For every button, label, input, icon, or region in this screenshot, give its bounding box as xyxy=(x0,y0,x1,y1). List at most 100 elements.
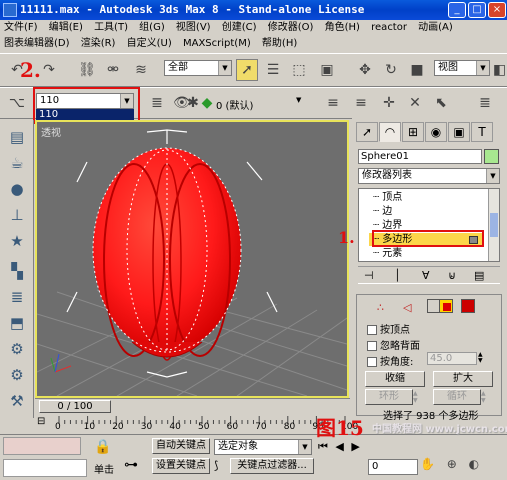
stack-item-edge[interactable]: ┈ 边 xyxy=(373,205,392,218)
object-color-swatch[interactable] xyxy=(484,149,499,164)
menu-graph-editors[interactable]: 图表编辑器(D) xyxy=(0,36,74,52)
select-and-rotate-icon[interactable]: ↻ xyxy=(380,59,402,81)
utilities-tab-icon[interactable]: T xyxy=(471,122,493,142)
stack-scrollbar[interactable] xyxy=(488,189,499,261)
track-bar-menu-icon[interactable]: ⊟ xyxy=(37,416,57,432)
visibility-eye-icon[interactable]: 👁 xyxy=(172,92,191,114)
selection-lock-icon[interactable]: ⌥ xyxy=(6,92,28,114)
menu-group[interactable]: 组(G) xyxy=(135,20,169,36)
pivot-center-icon[interactable]: ◧ xyxy=(492,59,506,81)
key-filters-button[interactable]: 关键点过滤器... xyxy=(230,458,314,474)
menu-rendering[interactable]: 渲染(R) xyxy=(77,36,120,52)
ignore-backfacing-option[interactable]: 忽略背面 xyxy=(367,337,420,352)
select-and-move-icon[interactable]: ✥ xyxy=(354,59,376,81)
menu-animation[interactable]: 动画(A) xyxy=(414,20,457,36)
shrink-button[interactable]: 收缩 xyxy=(365,371,425,387)
stack-item-element[interactable]: ┈ 元素 xyxy=(373,247,402,260)
select-and-link-icon[interactable]: ⛓ xyxy=(76,59,98,81)
window-crossing-icon[interactable]: ▣ xyxy=(316,59,338,81)
angle-spinner[interactable]: ▲ ▼ xyxy=(478,352,486,365)
configure-sets-icon[interactable]: ▤ xyxy=(474,269,484,282)
stack-item-vertex[interactable]: ┈ 顶点 xyxy=(373,191,402,204)
maximize-button[interactable]: □ xyxy=(468,2,486,18)
object-name-field[interactable]: Sphere01 xyxy=(358,149,482,164)
select-object-icon[interactable]: ➚ xyxy=(236,59,258,81)
by-angle-checkbox[interactable] xyxy=(367,357,377,367)
edge-level-icon[interactable]: ◁ xyxy=(403,301,411,314)
prompt-field[interactable] xyxy=(3,459,87,477)
grow-button[interactable]: 扩大 xyxy=(433,371,493,387)
pin-stack-icon[interactable]: ⊣ xyxy=(364,269,374,282)
set-key-button[interactable]: 设置关键点 xyxy=(152,458,210,474)
viewport-navigation-icons[interactable]: ✋ ⊕ ◐ xyxy=(420,457,483,471)
menu-modifiers[interactable]: 修改器(O) xyxy=(264,20,318,36)
minimize-button[interactable]: _ xyxy=(448,2,466,18)
create-sphere-icon[interactable]: ● xyxy=(5,178,29,200)
menu-help[interactable]: 帮助(H) xyxy=(258,36,301,52)
ring-spinner[interactable]: ▲ ▼ xyxy=(413,390,421,404)
time-slider[interactable]: 0 / 100 xyxy=(39,400,111,413)
modifier-list-dropdown[interactable]: 修改器列表 ▼ xyxy=(358,168,500,184)
menu-views[interactable]: 视图(V) xyxy=(172,20,215,36)
menu-maxscript[interactable]: MAXScript(M) xyxy=(179,36,255,52)
create-new-layer-icon[interactable]: ✛ xyxy=(378,92,400,114)
vertex-level-icon[interactable]: ∴ xyxy=(377,301,384,314)
create-tab-icon[interactable]: ➚ xyxy=(356,122,378,142)
render-teapot-icon[interactable]: ◆ xyxy=(200,92,214,114)
layer-properties-icon[interactable]: ≣ xyxy=(474,92,496,114)
menu-edit[interactable]: 编辑(E) xyxy=(45,20,87,36)
by-vertex-option[interactable]: 按顶点 xyxy=(367,321,410,336)
hierarchy-tab-icon[interactable]: ⊞ xyxy=(402,122,424,142)
current-layer[interactable]: 0 (默认) xyxy=(216,97,296,112)
remove-modifier-icon[interactable]: ⊌ xyxy=(448,269,456,282)
menu-file[interactable]: 文件(F) xyxy=(0,20,42,36)
create-layer-icon[interactable]: ≡ xyxy=(350,92,372,114)
menu-reactor[interactable]: reactor xyxy=(367,20,411,36)
redo-icon[interactable]: ↷ xyxy=(38,59,60,81)
ring-button[interactable]: 环形 xyxy=(365,389,413,405)
by-angle-option[interactable]: 按角度: xyxy=(367,353,413,368)
motion-tab-icon[interactable]: ◉ xyxy=(425,122,447,142)
loop-button[interactable]: 循环 xyxy=(433,389,481,405)
create-box-icon[interactable]: ▤ xyxy=(5,126,29,148)
current-frame-field[interactable]: 0 xyxy=(368,459,418,475)
by-vertex-checkbox[interactable] xyxy=(367,325,377,335)
material-editor-icon[interactable]: ▚ xyxy=(5,260,29,282)
key-mode-dropdown[interactable]: 选定对象 ▼ xyxy=(214,439,312,455)
add-to-layer-icon[interactable]: ≡ xyxy=(322,92,344,114)
menu-tools[interactable]: 工具(T) xyxy=(90,20,132,36)
menu-customize[interactable]: 自定义(U) xyxy=(123,36,176,52)
maxscript-listener[interactable] xyxy=(3,437,81,455)
ignore-backfacing-checkbox[interactable] xyxy=(367,341,377,351)
render-icon[interactable]: ⚙ xyxy=(5,338,29,360)
display-tab-icon[interactable]: ▣ xyxy=(448,122,470,142)
gear-icon[interactable]: ⚙ xyxy=(5,364,29,386)
create-shape-icon[interactable]: ⊥ xyxy=(5,204,29,226)
single-click-label[interactable]: 单击 xyxy=(94,461,114,476)
select-by-name-icon[interactable]: ☰ xyxy=(262,59,284,81)
loop-spinner[interactable]: ▲ ▼ xyxy=(481,390,489,404)
element-level-icon[interactable] xyxy=(461,299,475,313)
selection-filter-dropdown[interactable]: 全部 ▼ xyxy=(164,60,232,76)
key-icon[interactable]: ⊶ xyxy=(124,457,138,473)
cylinder-icon[interactable]: ⬒ xyxy=(5,312,29,334)
polygon-level-icon[interactable] xyxy=(439,299,453,313)
chevron-down-icon[interactable]: ▼ xyxy=(296,96,306,108)
unlink-icon[interactable]: ⚮ xyxy=(102,59,124,81)
key-filter-icon[interactable]: ⟆ xyxy=(214,459,228,475)
show-end-result-icon[interactable]: │ xyxy=(394,269,401,282)
app-icon[interactable] xyxy=(3,3,17,17)
playback-controls[interactable]: ⏮ ◀ ▶ xyxy=(318,440,362,454)
menu-create[interactable]: 创建(C) xyxy=(218,20,261,36)
rectangular-selection-icon[interactable]: ⬚ xyxy=(288,59,310,81)
layer-stack-icon[interactable]: ≣ xyxy=(5,286,29,308)
angle-field[interactable]: 45.0 xyxy=(427,352,477,365)
layer-manager-icon[interactable]: ≣ xyxy=(146,92,168,114)
close-button[interactable]: × xyxy=(488,2,506,18)
select-objects-in-layer-icon[interactable]: ✕ xyxy=(404,92,426,114)
stack-scrollbar-thumb[interactable] xyxy=(490,213,498,237)
freeze-icon[interactable]: ✱ xyxy=(186,92,200,114)
perspective-viewport[interactable]: 透视 xyxy=(35,120,349,398)
track-bar[interactable]: ⊟ 0 10 20 30 40 50 60 70 80 90 100 xyxy=(35,414,358,434)
create-teapot-icon[interactable]: ☕ xyxy=(5,152,29,174)
